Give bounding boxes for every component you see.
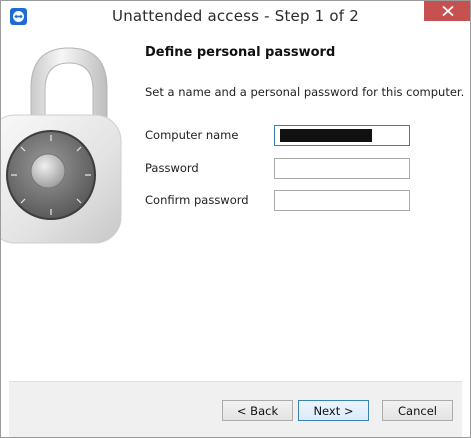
dialog-window: Unattended access - Step 1 of 2 Define p… — [0, 0, 471, 438]
title-bar: Unattended access - Step 1 of 2 — [1, 1, 470, 33]
password-field[interactable] — [274, 158, 410, 179]
close-icon — [441, 5, 454, 16]
page-title: Define personal password — [145, 45, 336, 60]
cancel-button[interactable]: Cancel — [382, 400, 453, 421]
next-button[interactable]: Next > — [298, 400, 369, 421]
redacted-computer-name — [280, 129, 372, 142]
computer-name-label: Computer name — [145, 128, 239, 142]
back-button[interactable]: < Back — [222, 400, 293, 421]
confirm-password-label: Confirm password — [145, 193, 249, 207]
confirm-password-field[interactable] — [274, 190, 410, 211]
close-button[interactable] — [424, 1, 470, 21]
page-description: Set a name and a personal password for t… — [145, 85, 465, 99]
password-label: Password — [145, 161, 199, 175]
button-bar: < Back Next > Cancel — [9, 381, 462, 437]
padlock-illustration — [1, 47, 122, 244]
window-title: Unattended access - Step 1 of 2 — [112, 7, 359, 25]
dialog-content: Define personal password Set a name and … — [1, 33, 470, 381]
computer-name-field[interactable] — [274, 125, 410, 146]
